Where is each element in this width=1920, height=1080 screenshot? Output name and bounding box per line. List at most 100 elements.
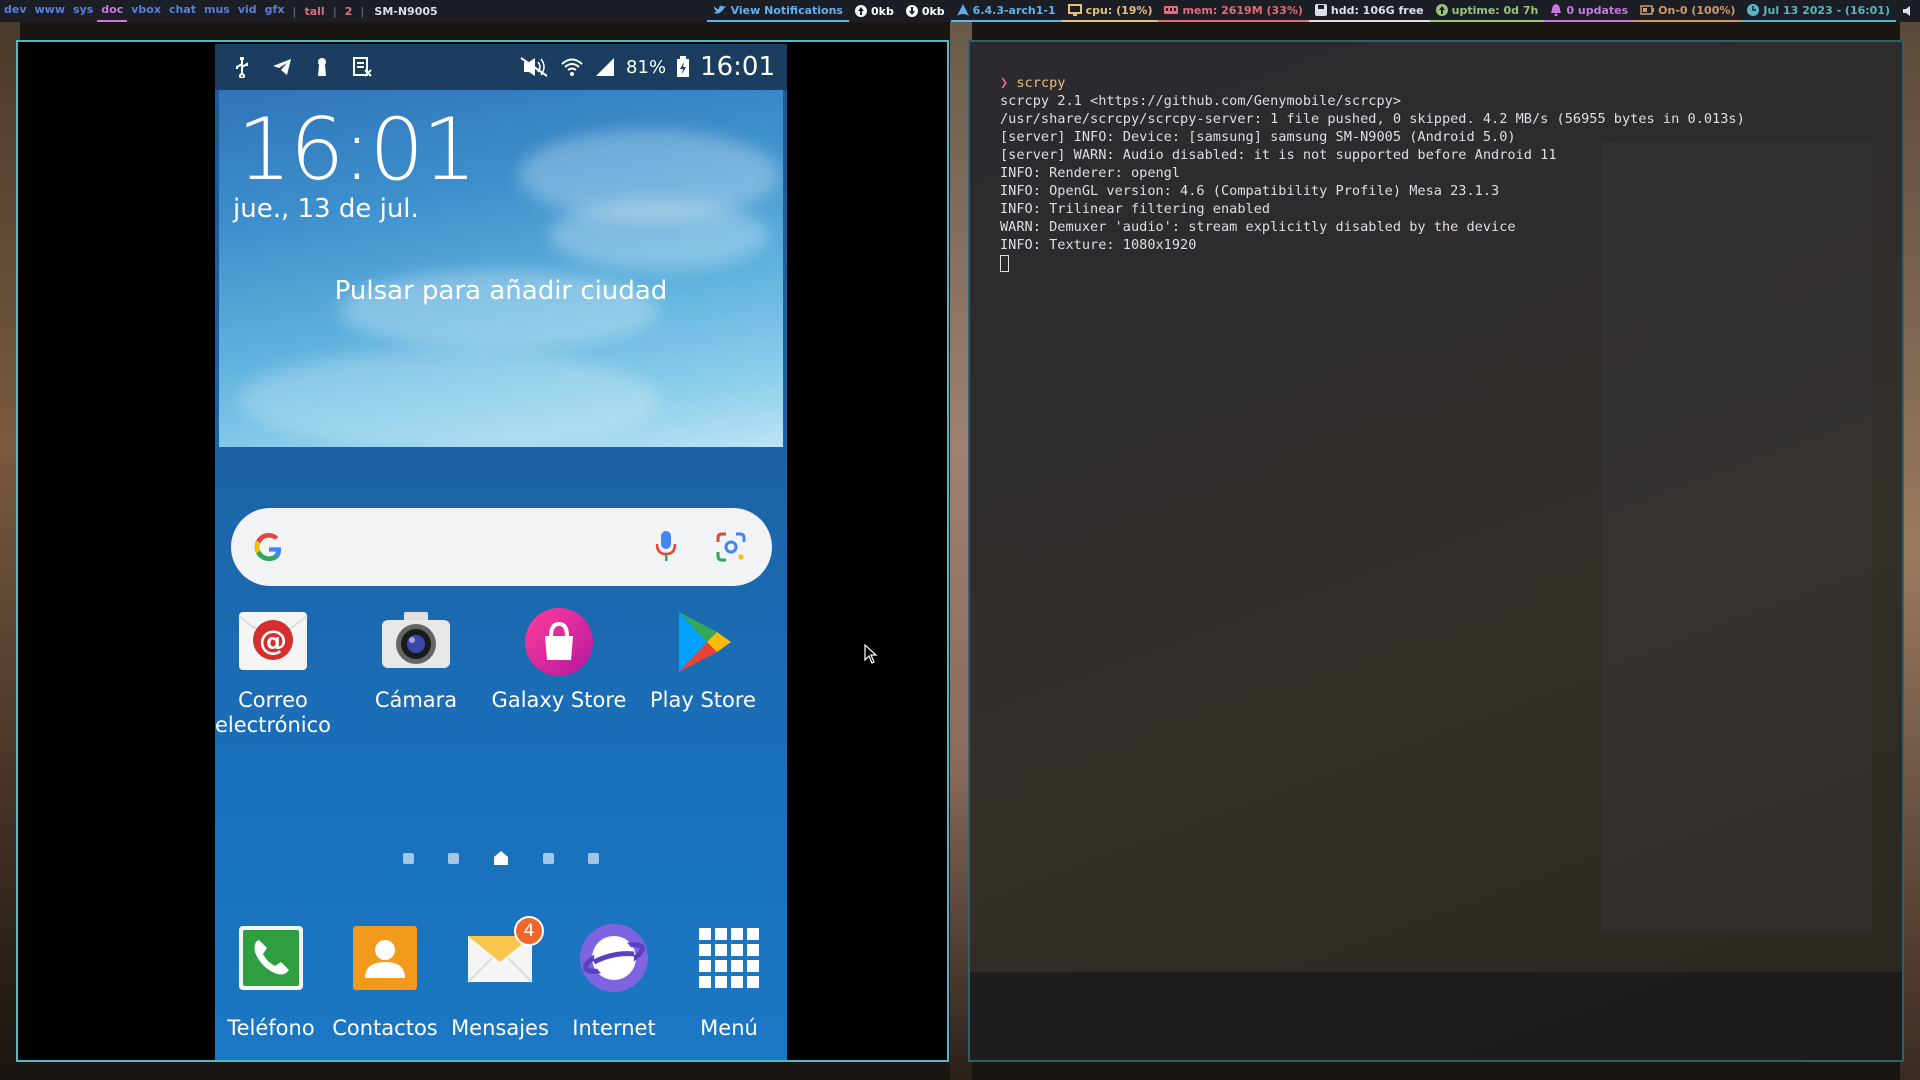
output-line: INFO: Texture: 1080x1920 [1000, 237, 1197, 253]
notifications-widget[interactable]: View Notifications [706, 0, 849, 22]
cpu-value: cpu: (19%) [1085, 3, 1153, 17]
output-line: INFO: Trilinear filtering enabled [1000, 201, 1271, 217]
camera-icon [380, 606, 452, 678]
page-dot[interactable] [588, 852, 599, 864]
battery-value: On-0 (100%) [1658, 3, 1736, 17]
battery-widget: On-0 (100%) [1634, 0, 1742, 22]
app-camera[interactable]: Cámara [346, 606, 486, 713]
workspace-dev[interactable]: dev [0, 0, 31, 22]
google-lens-icon[interactable] [714, 530, 748, 564]
android-screen[interactable]: 81% 16:01 16:01 jue., 13 de jul. Pulsar … [215, 44, 787, 1060]
volume-widget[interactable] [1896, 0, 1920, 22]
google-logo-icon [254, 533, 282, 562]
widget-date: jue., 13 de jul. [233, 194, 419, 224]
dock-internet[interactable]: Internet [558, 922, 670, 1040]
uptime-value: uptime: 0d 7h [1451, 3, 1539, 17]
command-text: scrcpy [1016, 75, 1066, 91]
cpu-widget: cpu: (19%) [1061, 0, 1159, 22]
microphone-icon[interactable] [654, 529, 678, 565]
mute-icon [520, 57, 548, 77]
window-count: 2 [344, 4, 353, 18]
output-line: INFO: OpenGL version: 4.6 (Compatibility… [1000, 183, 1500, 199]
page-indicator[interactable] [215, 850, 787, 866]
dock-menu[interactable]: Menú [673, 922, 785, 1040]
updates-widget[interactable]: 0 updates [1544, 0, 1635, 22]
hdd-widget: hdd: 106G free [1308, 0, 1430, 22]
dock-contacts[interactable]: Contactos [329, 922, 441, 1040]
updates-value: 0 updates [1566, 3, 1629, 17]
terminal-output[interactable]: ❯ scrcpy scrcpy 2.1 <https://github.com/… [1000, 74, 1745, 272]
notifications-label: View Notifications [730, 3, 843, 17]
phone-icon [235, 922, 307, 994]
widgets-area: View Notifications 0kb 0kb 6.4.3-arch1-1… [706, 0, 1920, 22]
keyhole-icon [318, 58, 326, 76]
page-dot[interactable] [543, 852, 554, 864]
net-down-widget: 0kb [900, 0, 951, 22]
workspace-gfx[interactable]: gfx [261, 0, 289, 22]
mouse-cursor-icon [864, 644, 878, 664]
output-line: /usr/share/scrcpy/scrcpy-server: 1 file … [1000, 111, 1745, 127]
apps-grid-icon [693, 922, 765, 994]
clock-icon [1747, 4, 1760, 16]
wifi-icon [561, 58, 583, 76]
kernel-version: 6.4.3-arch1-1 [972, 3, 1056, 17]
widget-clock: 16:01 [237, 100, 477, 200]
scrcpy-window[interactable]: 81% 16:01 16:01 jue., 13 de jul. Pulsar … [16, 40, 949, 1062]
terminal-window[interactable]: ❯ scrcpy scrcpy 2.1 <https://github.com/… [968, 40, 1904, 1062]
net-up-value: 0kb [870, 4, 894, 18]
status-time: 16:01 [700, 52, 775, 82]
workspace-chat[interactable]: chat [165, 0, 200, 22]
monitor-icon [1067, 4, 1082, 16]
android-status-bar[interactable]: 81% 16:01 [215, 44, 787, 90]
weather-clock-widget[interactable]: 16:01 jue., 13 de jul. Pulsar para añadi… [219, 90, 783, 447]
telegram-icon [273, 59, 291, 75]
workspace-vid[interactable]: vid [234, 0, 261, 22]
unread-badge: 4 [514, 916, 544, 946]
dock-label: Contactos [332, 1016, 438, 1040]
add-city-prompt[interactable]: Pulsar para añadir ciudad [219, 276, 783, 306]
hdd-value: hdd: 106G free [1330, 3, 1424, 17]
dock-label: Internet [572, 1016, 656, 1040]
battery-icon [1640, 5, 1655, 15]
google-search-bar[interactable] [231, 508, 772, 586]
output-line: [server] WARN: Audio disabled: it is not… [1000, 147, 1557, 163]
battery-charging-icon [677, 56, 690, 77]
sim-x-icon [353, 57, 372, 77]
workspace-sys[interactable]: sys [69, 0, 97, 22]
uptime-widget: uptime: 0d 7h [1429, 0, 1545, 22]
internet-icon [578, 922, 650, 994]
upload-icon [854, 5, 867, 17]
email-icon: @ [237, 606, 309, 678]
dock-phone[interactable]: Teléfono [215, 922, 327, 1040]
workspace-vbox[interactable]: vbox [127, 0, 165, 22]
dock-label: Menú [700, 1016, 758, 1040]
home-page-icon[interactable] [493, 850, 509, 866]
output-line: WARN: Demuxer 'audio': stream explicitly… [1000, 219, 1516, 235]
page-dot[interactable] [403, 852, 414, 864]
download-icon [905, 5, 918, 17]
app-label: Cámara [374, 688, 458, 712]
app-label: Correo [238, 688, 308, 712]
separator: | [332, 4, 337, 18]
separator: | [360, 4, 365, 18]
disk-icon [1314, 4, 1327, 16]
arch-icon [956, 4, 969, 16]
page-dot[interactable] [448, 852, 459, 864]
layout-indicator[interactable]: tall [300, 5, 328, 18]
app-label: Play Store [650, 688, 756, 712]
app-label-line2: electrónico [215, 713, 331, 737]
kernel-widget: 6.4.3-arch1-1 [950, 0, 1062, 22]
datetime-value: Jul 13 2023 - (16:01) [1763, 3, 1890, 17]
net-down-value: 0kb [921, 4, 945, 18]
app-galaxy-store[interactable]: Galaxy Store [489, 606, 629, 713]
workspace-mus[interactable]: mus [200, 0, 234, 22]
app-play-store[interactable]: Play Store [633, 606, 773, 713]
dock-messages[interactable]: 4 Mensajes [444, 916, 556, 1040]
app-email[interactable]: @ Correo electrónico [215, 606, 343, 738]
clock-widget[interactable]: Jul 13 2023 - (16:01) [1741, 0, 1896, 22]
memory-icon [1164, 6, 1179, 14]
workspace-www[interactable]: www [31, 0, 70, 22]
workspace-doc[interactable]: doc [97, 0, 128, 22]
messages-icon: 4 [464, 916, 544, 994]
prompt-symbol: ❯ [1000, 75, 1009, 91]
